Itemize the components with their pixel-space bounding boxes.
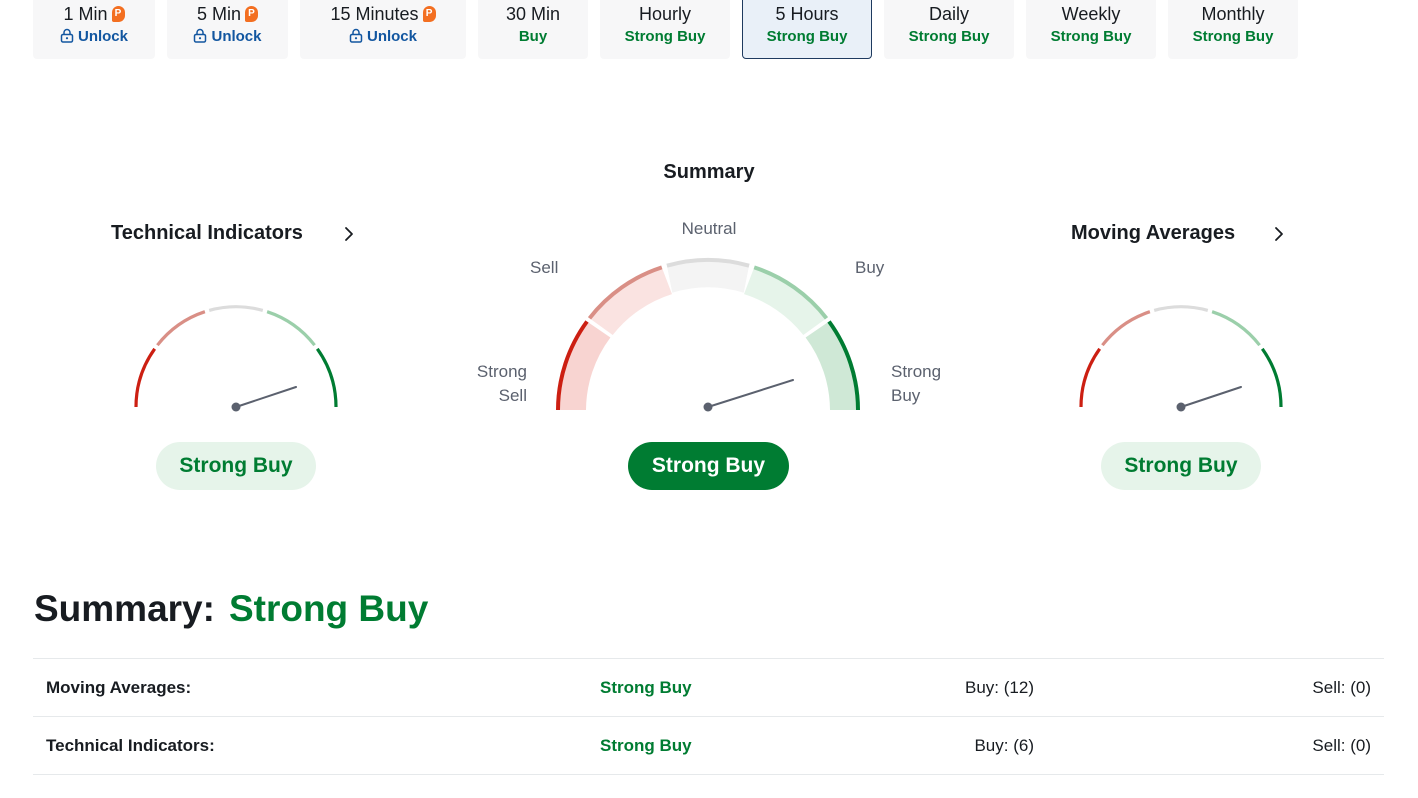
table-row: Moving Averages: Strong Buy Buy: (12) Se… bbox=[33, 659, 1384, 717]
tab-status: Strong Buy bbox=[1050, 28, 1132, 45]
summary-heading-value: Strong Buy bbox=[228, 588, 429, 629]
strong-buy-label: Strong Buy bbox=[891, 362, 942, 405]
timeframe-tabs: 1 Min P Unlock 5 Min P Unlock 15 Minutes P … bbox=[0, 0, 1418, 60]
gauge-needle bbox=[235, 386, 297, 408]
strong-sell-label: Strong Sell bbox=[476, 362, 527, 405]
chevron-right-icon[interactable] bbox=[1269, 224, 1289, 244]
row-verdict: Strong Buy bbox=[600, 736, 692, 755]
tab-label: 5 Hours bbox=[775, 4, 839, 24]
summary-table: Moving Averages: Strong Buy Buy: (12) Se… bbox=[33, 658, 1384, 775]
tab-5-hours[interactable]: 5 Hours Strong Buy bbox=[742, 0, 872, 59]
row-buy-count: Buy: (12) bbox=[965, 678, 1034, 697]
tab-label: Weekly bbox=[1061, 4, 1121, 24]
row-verdict: Strong Buy bbox=[600, 678, 692, 697]
summary-heading: Summary: Strong Buy bbox=[34, 588, 428, 630]
pro-badge-icon: P bbox=[422, 6, 436, 22]
summary-gauge-title: Summary bbox=[663, 161, 755, 183]
row-sell-count: Sell: (0) bbox=[1312, 736, 1371, 755]
lock-icon bbox=[194, 28, 207, 43]
tab-status: Strong Buy bbox=[1192, 28, 1274, 45]
lock-icon bbox=[60, 28, 74, 43]
tab-15-minutes[interactable]: 15 Minutes P Unlock bbox=[300, 0, 466, 59]
pro-badge-icon: P bbox=[245, 6, 258, 22]
tab-1-min[interactable]: 1 Min P Unlock bbox=[33, 0, 155, 59]
tab-5-min[interactable]: 5 Min P Unlock bbox=[167, 0, 288, 59]
gauge-pivot bbox=[231, 402, 241, 412]
summary-heading-label: Summary: bbox=[34, 588, 215, 629]
tab-status: Strong Buy bbox=[766, 28, 848, 45]
tab-label: Hourly bbox=[638, 4, 691, 24]
tab-status: Strong Buy bbox=[908, 28, 990, 45]
tab-30-min[interactable]: 30 Min Buy bbox=[478, 0, 588, 59]
tab-label: 5 Min P bbox=[168, 3, 287, 25]
moving-averages-verdict: Strong Buy bbox=[1101, 442, 1261, 490]
moving-averages-gauge bbox=[1079, 305, 1283, 412]
technical-indicators-gauge bbox=[134, 305, 338, 412]
tab-status: Strong Buy bbox=[624, 28, 706, 45]
gauge-needle bbox=[1180, 386, 1242, 408]
row-buy-count: Buy: (6) bbox=[974, 736, 1034, 755]
row-name: Technical Indicators: bbox=[46, 736, 215, 755]
gauge-needle bbox=[707, 379, 794, 408]
tab-hourly[interactable]: Hourly Strong Buy bbox=[600, 0, 730, 59]
tab-weekly[interactable]: Weekly Strong Buy bbox=[1026, 0, 1156, 59]
tab-label: Monthly bbox=[1201, 4, 1265, 24]
tab-label: Daily bbox=[928, 4, 969, 24]
moving-averages-title[interactable]: Moving Averages bbox=[1071, 222, 1235, 245]
pro-badge-icon: P bbox=[111, 6, 125, 22]
row-name: Moving Averages: bbox=[46, 678, 192, 697]
tab-monthly[interactable]: Monthly Strong Buy bbox=[1168, 0, 1298, 59]
gauge-pivot bbox=[703, 402, 713, 412]
unlock-link[interactable]: Unlock bbox=[301, 28, 465, 46]
summary-gauge bbox=[556, 258, 860, 412]
technical-indicators-verdict: Strong Buy bbox=[156, 442, 316, 490]
unlock-link[interactable]: Unlock bbox=[168, 28, 287, 46]
lock-icon bbox=[349, 28, 363, 43]
table-row: Technical Indicators: Strong Buy Buy: (6… bbox=[33, 717, 1384, 775]
summary-gauge-verdict: Strong Buy bbox=[628, 442, 789, 490]
tab-status: Buy bbox=[518, 28, 548, 45]
tab-daily[interactable]: Daily Strong Buy bbox=[884, 0, 1014, 59]
row-sell-count: Sell: (0) bbox=[1312, 678, 1371, 697]
tab-label: 30 Min bbox=[505, 4, 561, 24]
tab-label: 1 Min P bbox=[34, 3, 154, 25]
gauge-pivot bbox=[1176, 402, 1186, 412]
unlock-link[interactable]: Unlock bbox=[34, 28, 154, 46]
tab-label: 15 Minutes P bbox=[301, 3, 465, 25]
